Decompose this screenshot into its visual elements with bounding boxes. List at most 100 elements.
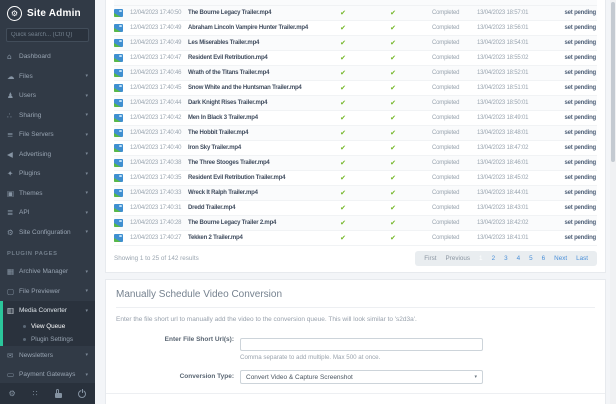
file-icon-cell: [114, 144, 130, 152]
sidebar-item-label: File Servers: [19, 131, 85, 138]
completed-date: 13/04/2023 18:57:01: [463, 10, 543, 16]
sidebar-item-site-configuration[interactable]: ⚙Site Configuration▾: [0, 223, 95, 243]
sidebar-item-api[interactable]: ≣API▾: [0, 203, 95, 223]
sidebar-item-archive-manager[interactable]: ▦Archive Manager▾: [0, 262, 95, 282]
check-icon: ✔: [368, 204, 418, 212]
pagination-2[interactable]: 2: [492, 255, 496, 262]
sidebar-item-advertising[interactable]: ◀Advertising▾: [0, 145, 95, 165]
page-scrollbar-thumb[interactable]: [611, 2, 615, 162]
video-file-icon: [114, 54, 123, 62]
app-logo[interactable]: ⚙ Site Admin: [0, 0, 95, 25]
sidebar-item-dashboard[interactable]: ⌂Dashboard: [0, 47, 95, 67]
sidebar-item-payment-gateways[interactable]: ▭Payment Gateways▾: [0, 365, 95, 383]
conversion-type-label: Conversion Type:: [116, 370, 240, 384]
file-icon-cell: [114, 159, 130, 167]
app-title: Site Admin: [27, 8, 81, 19]
set-pending-link[interactable]: set pending: [543, 100, 597, 106]
sidebar-item-users[interactable]: ♟Users▾: [0, 86, 95, 106]
sidebar-item-label: Advertising: [19, 151, 85, 158]
queued-date: 12/04/2023 17:40:44: [130, 100, 188, 106]
pagination-next[interactable]: Next: [554, 255, 567, 262]
check-icon: ✔: [368, 99, 418, 107]
conversion-type-select[interactable]: Convert Video & Capture Screenshot ▾: [240, 370, 483, 384]
pagination-4[interactable]: 4: [517, 255, 521, 262]
pagination-last[interactable]: Last: [576, 255, 588, 262]
file-name: The Bourne Legacy Trailer.mp4: [188, 10, 318, 16]
set-pending-link[interactable]: set pending: [543, 205, 597, 211]
set-pending-link[interactable]: set pending: [543, 55, 597, 61]
file-icon-cell: [114, 54, 130, 62]
check-icon: ✔: [318, 84, 368, 92]
set-pending-link[interactable]: set pending: [543, 70, 597, 76]
check-icon: ✔: [318, 129, 368, 137]
table-row: 12/04/2023 17:40:50The Bourne Legacy Tra…: [114, 6, 597, 21]
set-pending-link[interactable]: set pending: [543, 85, 597, 91]
pagination-3[interactable]: 3: [504, 255, 508, 262]
file-icon-cell: [114, 69, 130, 77]
set-pending-link[interactable]: set pending: [543, 190, 597, 196]
sidebar-subitem-plugin-settings[interactable]: Plugin Settings: [3, 333, 95, 346]
sidebar-item-newsletters[interactable]: ✉Newsletters▾: [0, 346, 95, 366]
sidebar-subitem-label: Plugin Settings: [31, 336, 73, 343]
sidebar-item-file-previewer[interactable]: ▢File Previewer▾: [0, 282, 95, 302]
completed-date: 13/04/2023 18:46:01: [463, 160, 543, 166]
check-icon: ✔: [318, 39, 368, 47]
lock-icon[interactable]: [55, 393, 62, 398]
status-text: Completed: [418, 10, 463, 16]
completed-date: 13/04/2023 18:41:01: [463, 235, 543, 241]
set-pending-link[interactable]: set pending: [543, 235, 597, 241]
status-text: Completed: [418, 55, 463, 61]
set-pending-link[interactable]: set pending: [543, 25, 597, 31]
queued-date: 12/04/2023 17:40:28: [130, 220, 188, 226]
set-pending-link[interactable]: set pending: [543, 115, 597, 121]
gear-icon[interactable]: ⚙: [8, 389, 15, 398]
pagination-1[interactable]: 1: [479, 255, 483, 262]
set-pending-link[interactable]: set pending: [543, 145, 597, 151]
set-pending-link[interactable]: set pending: [543, 40, 597, 46]
chevron-down-icon: ▾: [85, 229, 88, 235]
queued-date: 12/04/2023 17:40:42: [130, 115, 188, 121]
set-pending-link[interactable]: set pending: [543, 175, 597, 181]
pagination-5[interactable]: 5: [529, 255, 533, 262]
sidebar: ⚙ Site Admin ⌂Dashboard☁Files▾♟Users▾∴Sh…: [0, 0, 95, 404]
check-icon: ✔: [318, 69, 368, 77]
sidebar-item-media-converter[interactable]: ▥Media Converter▾: [3, 301, 95, 321]
sidebar-item-label: Dashboard: [19, 53, 88, 60]
video-file-icon: [114, 234, 123, 242]
pagination-6[interactable]: 6: [542, 255, 546, 262]
video-file-icon: [114, 24, 123, 32]
gear-logo-icon: ⚙: [7, 6, 22, 21]
chevron-down-icon: ▾: [85, 288, 88, 294]
table-row: 12/04/2023 17:40:33Wreck It Ralph Traile…: [114, 186, 597, 201]
sidebar-item-files[interactable]: ☁Files▾: [0, 67, 95, 87]
power-icon[interactable]: [78, 390, 86, 398]
status-text: Completed: [418, 130, 463, 136]
status-text: Completed: [418, 25, 463, 31]
short-url-help-text: Comma separate to add multiple. Max 500 …: [240, 354, 595, 361]
set-pending-link[interactable]: set pending: [543, 10, 597, 16]
search-input[interactable]: [6, 28, 89, 42]
set-pending-link[interactable]: set pending: [543, 160, 597, 166]
status-text: Completed: [418, 175, 463, 181]
chevron-down-icon: ▾: [85, 190, 88, 196]
sidebar-item-file-servers[interactable]: ≡File Servers▾: [0, 125, 95, 145]
sidebar-item-plugins[interactable]: ✦Plugins▾: [0, 164, 95, 184]
results-count-text: Showing 1 to 25 of 142 results: [114, 255, 199, 262]
file-icon-cell: [114, 189, 130, 197]
expand-icon[interactable]: ∷: [33, 389, 38, 398]
video-file-icon: [114, 159, 123, 167]
conversion-type-row: Conversion Type: Convert Video & Capture…: [116, 370, 595, 384]
sidebar-subitem-view-queue[interactable]: View Queue: [3, 321, 95, 334]
set-pending-link[interactable]: set pending: [543, 130, 597, 136]
file-name: The Three Stooges Trailer.mp4: [188, 160, 318, 166]
sidebar-item-sharing[interactable]: ∴Sharing▾: [0, 106, 95, 126]
completed-date: 13/04/2023 18:54:01: [463, 40, 543, 46]
sidebar-item-themes[interactable]: ▣Themes▾: [0, 184, 95, 204]
file-icon-cell: [114, 129, 130, 137]
completed-date: 13/04/2023 18:48:01: [463, 130, 543, 136]
file-name: Dark Knight Rises Trailer.mp4: [188, 100, 318, 106]
home-icon: ⌂: [7, 52, 19, 61]
sidebar-search: [6, 28, 89, 42]
short-url-input[interactable]: [240, 338, 483, 351]
set-pending-link[interactable]: set pending: [543, 220, 597, 226]
